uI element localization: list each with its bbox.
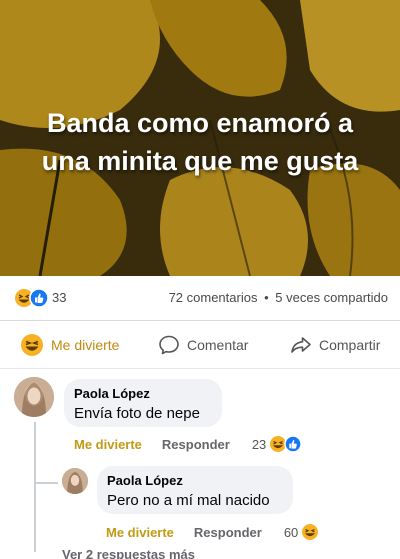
comment-text: Pero no a mí mal nacido bbox=[107, 492, 270, 509]
thread-line bbox=[34, 482, 58, 484]
thread-line bbox=[34, 422, 36, 552]
comment-reaction-button[interactable]: Me divierte bbox=[106, 525, 174, 540]
reaction-count[interactable]: 33 bbox=[52, 290, 66, 305]
haha-icon[interactable] bbox=[301, 523, 319, 541]
divider bbox=[0, 320, 400, 321]
reply-button[interactable]: Responder bbox=[162, 437, 230, 452]
share-count[interactable]: 5 veces compartido bbox=[275, 290, 388, 305]
comment-count[interactable]: 72 comentarios bbox=[169, 290, 258, 305]
post-stats: 33 72 comentarios • 5 veces compartido bbox=[0, 276, 400, 320]
comment-icon bbox=[159, 335, 179, 355]
comment-reaction-button[interactable]: Me divierte bbox=[74, 437, 142, 452]
reply-button[interactable]: Responder bbox=[194, 525, 262, 540]
comment-actions: Me divierte Responder 23 bbox=[74, 435, 303, 453]
comment-button[interactable]: Comentar bbox=[158, 332, 248, 358]
comment-reaction-count[interactable]: 60 bbox=[284, 525, 298, 540]
stats-summary: 72 comentarios • 5 veces compartido bbox=[169, 290, 388, 305]
comment-bubble: Paola López Envía foto de nepe bbox=[64, 379, 222, 427]
reaction-icons[interactable] bbox=[14, 288, 50, 308]
share-button[interactable]: Compartir bbox=[290, 332, 380, 358]
post-image[interactable]: Banda como enamoró a una minita que me g… bbox=[0, 0, 400, 276]
profile-photo bbox=[62, 468, 88, 494]
comment-reaction-icons[interactable] bbox=[269, 435, 303, 453]
share-icon bbox=[291, 337, 311, 353]
caption-line-2: una minita que me gusta bbox=[41, 146, 359, 176]
separator-dot: • bbox=[264, 290, 269, 305]
share-label: Compartir bbox=[319, 337, 381, 353]
avatar[interactable] bbox=[14, 377, 54, 417]
post-caption: Banda como enamoró a una minita que me g… bbox=[0, 104, 400, 180]
comment-author[interactable]: Paola López bbox=[107, 472, 283, 490]
profile-photo bbox=[14, 377, 54, 417]
comment-reaction-count[interactable]: 23 bbox=[252, 437, 266, 452]
comment-label: Comentar bbox=[187, 337, 249, 353]
comment-actions: Me divierte Responder 60 bbox=[106, 523, 319, 541]
divider bbox=[0, 368, 400, 369]
view-more-replies-link[interactable]: Ver 2 respuestas más bbox=[62, 547, 195, 559]
like-icon bbox=[29, 288, 49, 308]
post-actions: Me divierte Comentar Compartir bbox=[0, 322, 400, 368]
comment-author[interactable]: Paola López bbox=[74, 385, 212, 403]
comment-bubble: Paola López Pero no a mí mal nacido bbox=[97, 466, 293, 514]
caption-line-1: Banda como enamoró a bbox=[46, 108, 354, 138]
reaction-label: Me divierte bbox=[51, 337, 120, 353]
reaction-button[interactable]: Me divierte bbox=[20, 332, 119, 358]
comment-text: Envía foto de nepe bbox=[74, 405, 200, 422]
avatar[interactable] bbox=[62, 468, 88, 494]
haha-icon bbox=[21, 334, 43, 356]
